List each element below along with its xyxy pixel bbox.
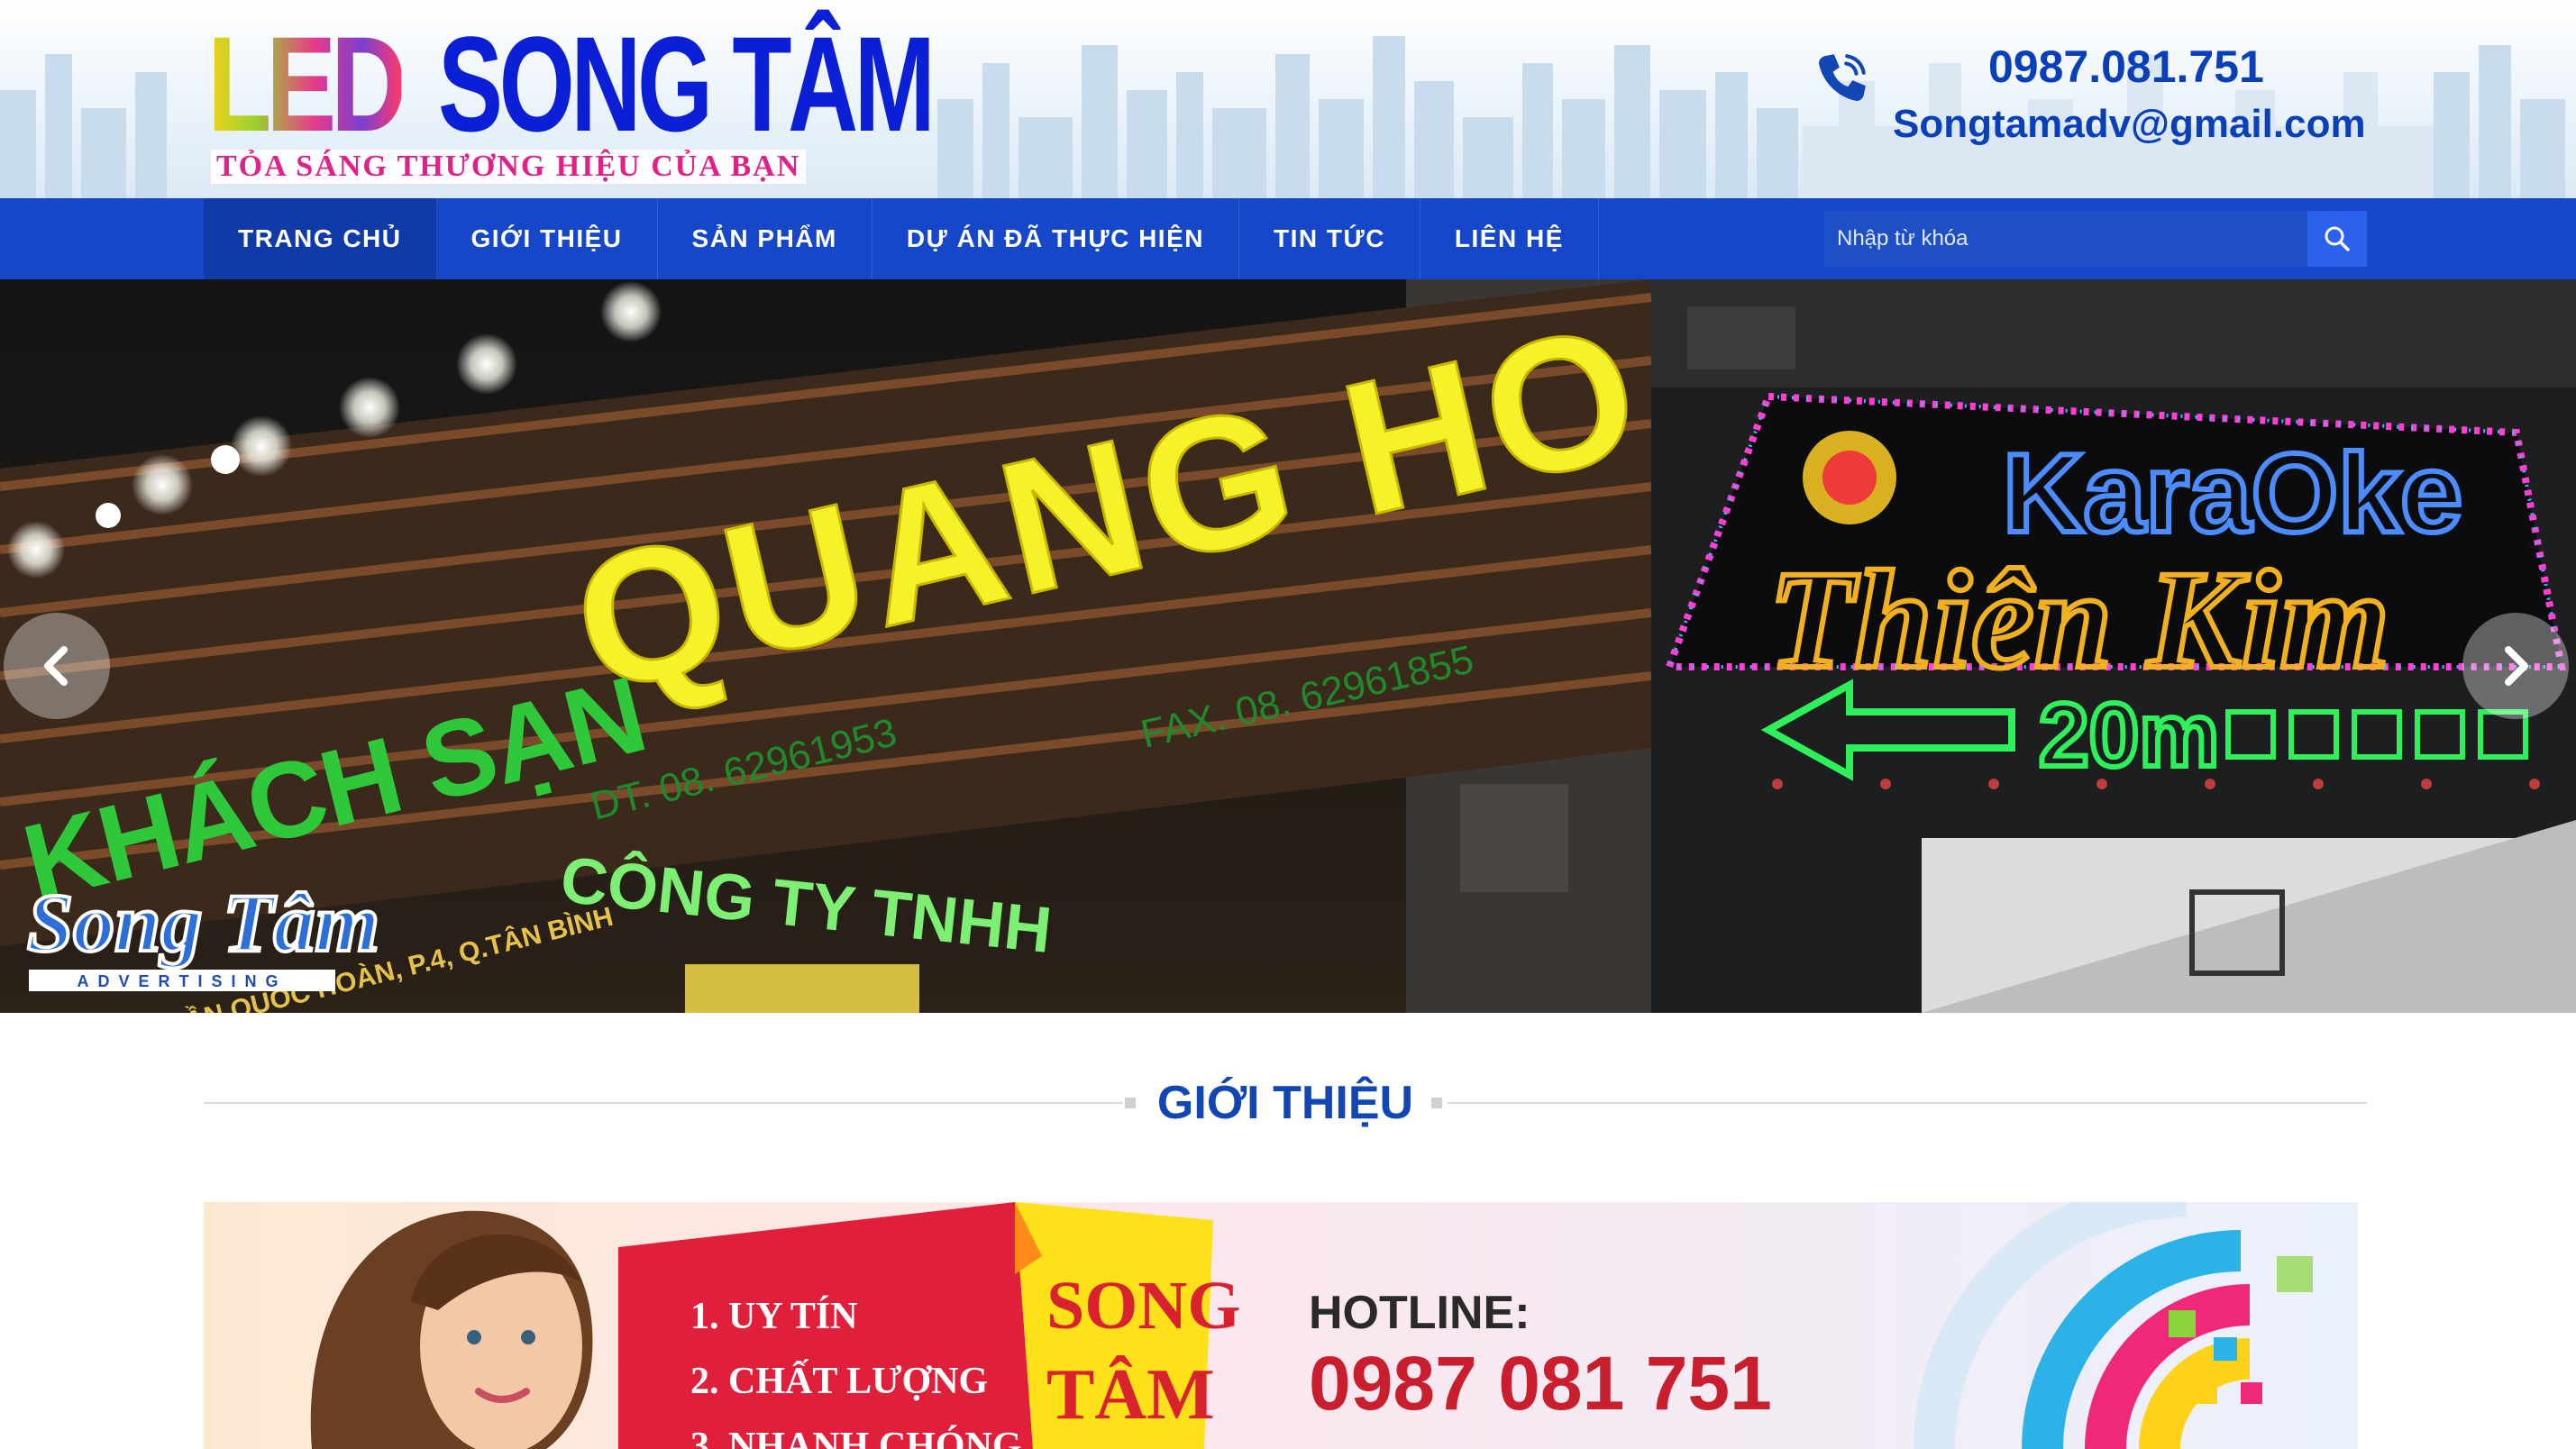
logo-brand-name: SONG TÂM [438,8,936,159]
watermark-logo-subtext: ADVERTISING [77,972,287,990]
promo-banner-graphic: 1. UY TÍN 2. CHẤT LƯỢNG 3. NHANH CHÓNG S… [204,1202,2358,1449]
site-header: LED SONG TÂM TỎA SÁNG THƯƠNG HIỆU CỦA BẠ… [0,0,2576,198]
nav-item-projects[interactable]: DỰ ÁN ĐÃ THỰC HIỆN [872,198,1239,279]
promo-list-item-2: 2. CHẤT LƯỢNG [690,1359,988,1402]
slide-karaoke-title: KaraOke [2003,432,2462,556]
header-contact: 0987.081.751 Songtamadv@gmail.com [1812,36,2389,153]
search-button[interactable] [2307,211,2367,267]
promo-brand-line-1: SONG [1046,1268,1240,1344]
header-phone-number[interactable]: 0987.081.751 [1988,40,2264,94]
chevron-right-icon [2505,646,2528,686]
heading-divider-right [1448,1102,2367,1104]
watermark-logo-text: Song Tâm [27,877,379,969]
slide-karaoke-distance: 20m [2039,685,2219,786]
promo-brand-line-2: TÂM [1046,1355,1215,1435]
nav-item-about[interactable]: GIỚI THIỆU [437,198,658,279]
nav-menu: TRANG CHỦ GIỚI THIỆU SẢN PHẨM DỰ ÁN ĐÃ T… [204,198,1599,279]
logo-slogan: TỎA SÁNG THƯƠNG HIỆU CỦA BẠN [211,150,807,184]
promo-hotline-label: HOTLINE: [1309,1287,1530,1339]
nav-item-home[interactable]: TRANG CHỦ [204,198,437,279]
promo-banner[interactable]: 1. UY TÍN 2. CHẤT LƯỢNG 3. NHANH CHÓNG S… [204,1202,2358,1449]
heading-dot-right [1431,1098,1442,1108]
hero-slider: QUANG HOA KHÁCH SẠN DT. 08. 62961953 FAX… [0,279,2576,1013]
promo-hotline-number: 0987 081 751 [1309,1341,1772,1426]
about-section-heading: GIỚI THIỆU [204,1071,2367,1135]
nav-item-contact[interactable]: LIÊN HỆ [1420,198,1599,279]
chevron-left-icon [44,646,68,686]
logo-led-text: LED [207,8,407,159]
slider-next-button[interactable] [2462,613,2569,719]
slide-quang-hoa-sign: QUANG HOA KHÁCH SẠN DT. 08. 62961953 FAX… [0,279,1651,1013]
slide-karaoke-sign: KaraOke Thiên Kim 20m [1651,279,2576,1013]
header-email[interactable]: Songtamadv@gmail.com [1893,99,2366,150]
search-icon [2325,226,2350,251]
nav-item-news[interactable]: TIN TỨC [1239,198,1420,279]
slider-prev-button[interactable] [4,613,110,719]
site-logo[interactable]: LED SONG TÂM TỎA SÁNG THƯƠNG HIỆU CỦA BẠ… [207,8,936,184]
watermark-logo: Song Tâm ADVERTISING [25,875,381,991]
search-form [1824,211,2367,267]
phone-icon [1819,54,1866,101]
promo-list-item-3: 3. NHANH CHÓNG [690,1425,1022,1449]
promo-list-item-1: 1. UY TÍN [690,1295,858,1337]
main-navigation: TRANG CHỦ GIỚI THIỆU SẢN PHẨM DỰ ÁN ĐÃ T… [0,198,2576,279]
nav-item-products[interactable]: SẢN PHẨM [658,198,872,279]
search-input[interactable] [1824,211,2307,267]
slide-karaoke-name: Thiên Kim [1768,542,2389,697]
